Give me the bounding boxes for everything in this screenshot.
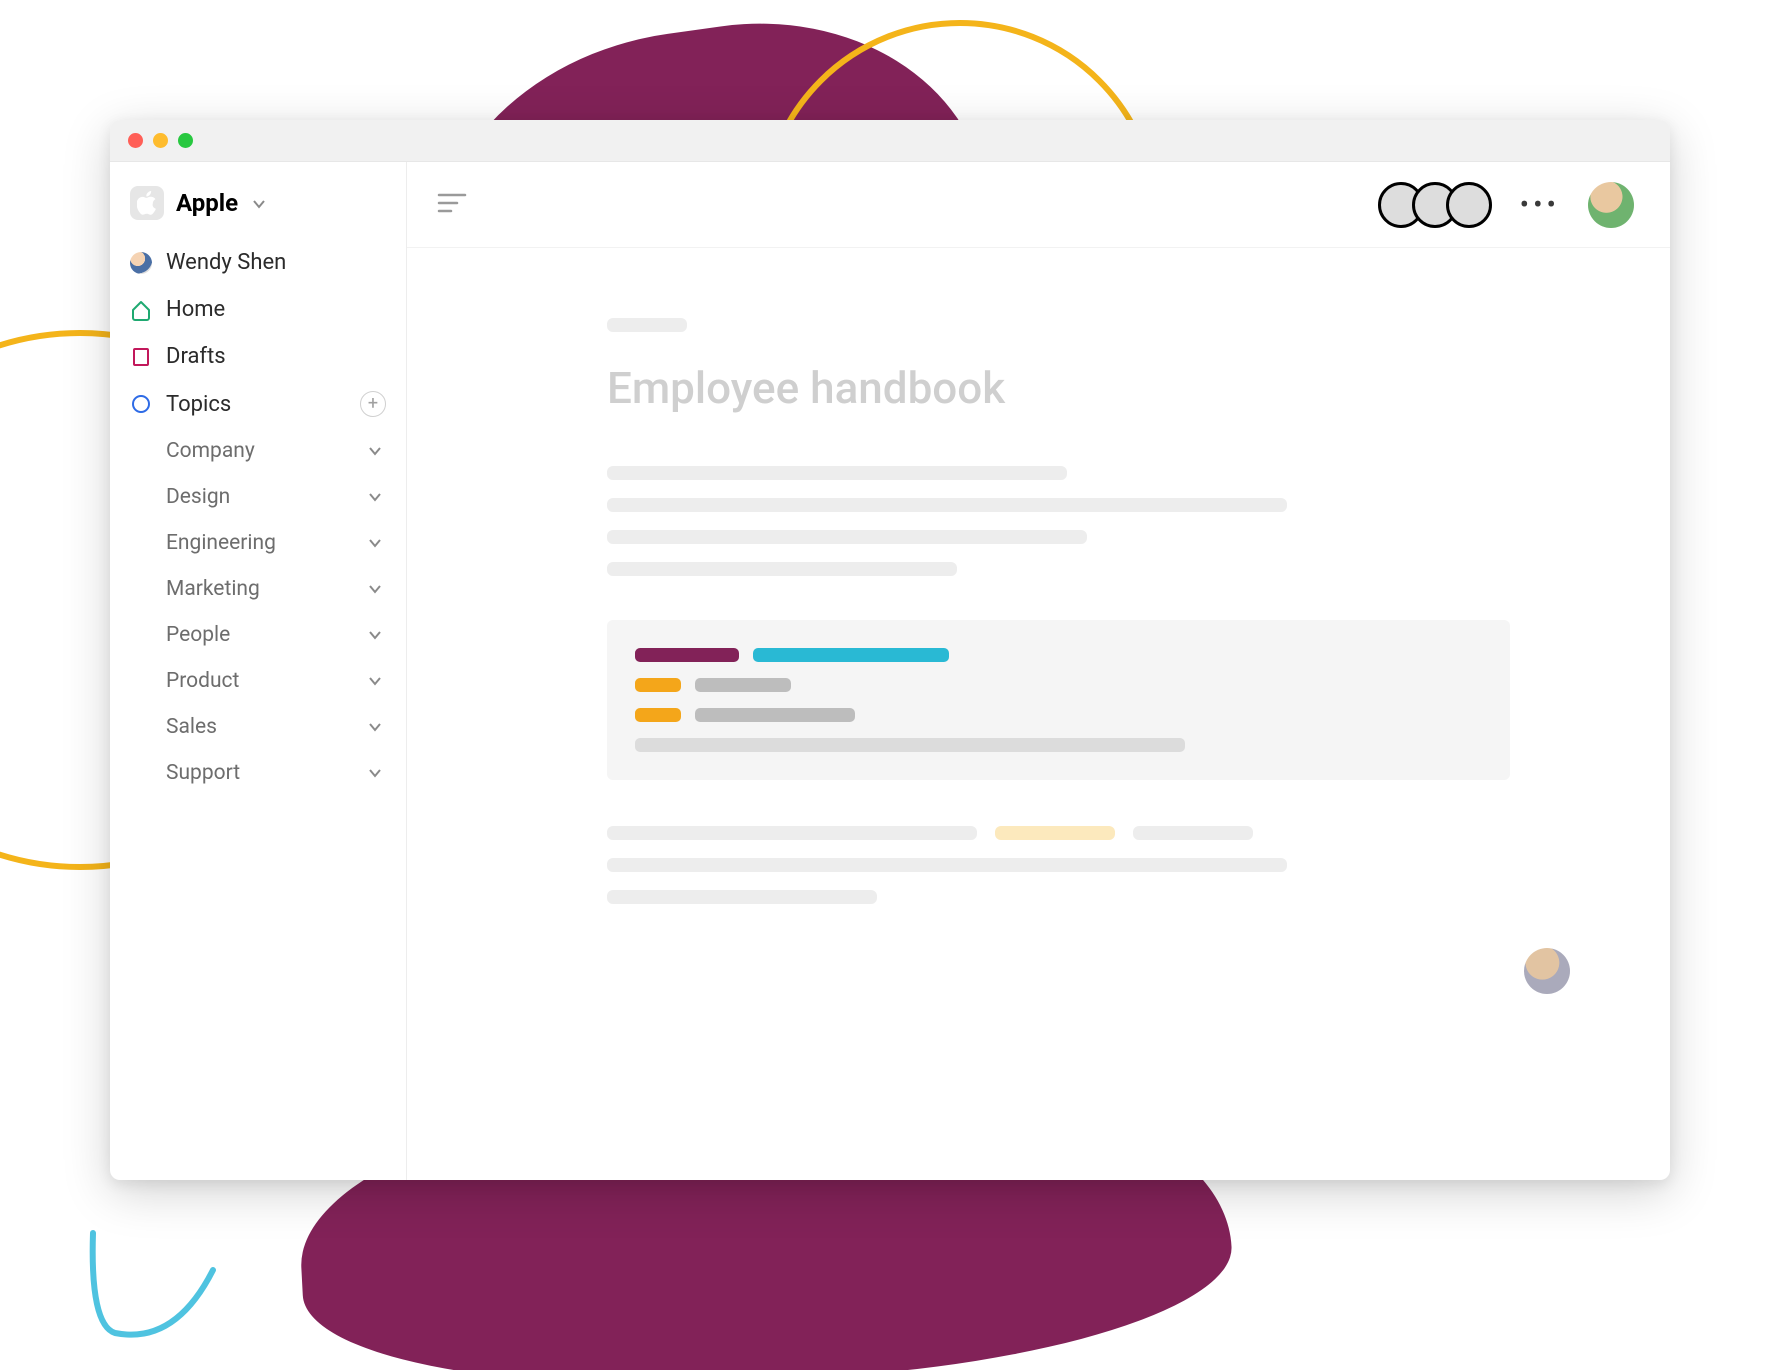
apple-logo-icon xyxy=(130,186,164,220)
sidebar-item-home[interactable]: Home xyxy=(126,289,390,330)
subitem-label: Company xyxy=(166,439,255,463)
current-user-avatar[interactable] xyxy=(1588,182,1634,228)
sidebar-item-user[interactable]: Wendy Shen xyxy=(126,242,390,283)
window-titlebar xyxy=(110,120,1670,162)
code-line xyxy=(635,738,1482,752)
subitem-label: Support xyxy=(166,761,240,785)
sidebar-subitem-support[interactable]: Support xyxy=(126,753,390,793)
code-token xyxy=(635,738,1185,752)
text-line xyxy=(607,498,1287,512)
chevron-down-icon xyxy=(368,536,382,550)
text-segment xyxy=(607,826,977,840)
more-menu-button[interactable]: ••• xyxy=(1520,188,1560,221)
code-token xyxy=(635,678,681,692)
doc-breadcrumb-placeholder xyxy=(607,318,687,332)
chevron-down-icon xyxy=(368,628,382,642)
drafts-icon xyxy=(130,346,152,368)
chevron-down-icon xyxy=(252,189,266,217)
chevron-down-icon xyxy=(368,444,382,458)
subitem-label: Marketing xyxy=(166,577,260,601)
code-line xyxy=(635,678,1482,692)
text-line xyxy=(607,562,957,576)
sidebar-subitem-sales[interactable]: Sales xyxy=(126,707,390,747)
sidebar-subitem-product[interactable]: Product xyxy=(126,661,390,701)
code-token xyxy=(635,648,739,662)
workspace-name: Apple xyxy=(176,189,238,217)
app-window: Apple Wendy Shen Home Drafts xyxy=(110,120,1670,1180)
presence-avatar-3[interactable] xyxy=(1446,182,1492,228)
chevron-down-icon xyxy=(368,674,382,688)
code-token xyxy=(753,648,949,662)
add-topic-button[interactable]: + xyxy=(360,391,386,417)
chevron-down-icon xyxy=(368,766,382,780)
sidebar-topics-label: Topics xyxy=(166,392,231,417)
topics-icon xyxy=(130,393,152,415)
chevron-down-icon xyxy=(368,720,382,734)
highlighted-segment xyxy=(995,826,1115,840)
sidebar: Apple Wendy Shen Home Drafts xyxy=(110,162,407,1180)
window-zoom-button[interactable] xyxy=(178,133,193,148)
code-token xyxy=(695,708,855,722)
paragraph-placeholder xyxy=(607,466,1510,576)
code-line xyxy=(635,708,1482,722)
paragraph-placeholder xyxy=(607,826,1510,904)
chevron-down-icon xyxy=(368,582,382,596)
workspace-switcher[interactable]: Apple xyxy=(126,180,390,236)
sidebar-item-topics[interactable]: Topics + xyxy=(126,383,390,425)
window-close-button[interactable] xyxy=(128,133,143,148)
sidebar-user-label: Wendy Shen xyxy=(166,250,286,275)
code-block-placeholder xyxy=(607,620,1510,780)
subitem-label: People xyxy=(166,623,230,647)
text-line xyxy=(607,890,877,904)
sidebar-home-label: Home xyxy=(166,297,225,322)
subitem-label: Sales xyxy=(166,715,217,739)
main-area: ••• Employee handbook xyxy=(407,162,1670,1180)
document-canvas[interactable]: Employee handbook xyxy=(407,248,1670,1180)
document-toolbar: ••• xyxy=(407,162,1670,248)
code-token xyxy=(635,708,681,722)
text-line xyxy=(607,858,1287,872)
presence-avatars[interactable] xyxy=(1378,182,1492,228)
subitem-label: Engineering xyxy=(166,531,276,555)
document-title[interactable]: Employee handbook xyxy=(607,362,1510,414)
sidebar-subitem-marketing[interactable]: Marketing xyxy=(126,569,390,609)
subitem-label: Product xyxy=(166,669,239,693)
sidebar-subitem-engineering[interactable]: Engineering xyxy=(126,523,390,563)
collaborator-cursor-avatar[interactable] xyxy=(1524,948,1570,994)
chevron-down-icon xyxy=(368,490,382,504)
sidebar-subitem-company[interactable]: Company xyxy=(126,431,390,471)
sidebar-item-drafts[interactable]: Drafts xyxy=(126,336,390,377)
home-icon xyxy=(130,299,152,321)
text-line xyxy=(607,826,1510,840)
sidebar-drafts-label: Drafts xyxy=(166,344,226,369)
user-avatar-icon xyxy=(130,252,152,274)
code-token xyxy=(695,678,791,692)
code-line xyxy=(635,648,1482,662)
outline-toggle-button[interactable] xyxy=(437,192,467,218)
subitem-label: Design xyxy=(166,485,230,509)
blue-triangle xyxy=(85,1225,225,1340)
text-line xyxy=(607,530,1087,544)
window-minimize-button[interactable] xyxy=(153,133,168,148)
sidebar-subitem-design[interactable]: Design xyxy=(126,477,390,517)
text-line xyxy=(607,466,1067,480)
sidebar-subitem-people[interactable]: People xyxy=(126,615,390,655)
text-segment xyxy=(1133,826,1253,840)
